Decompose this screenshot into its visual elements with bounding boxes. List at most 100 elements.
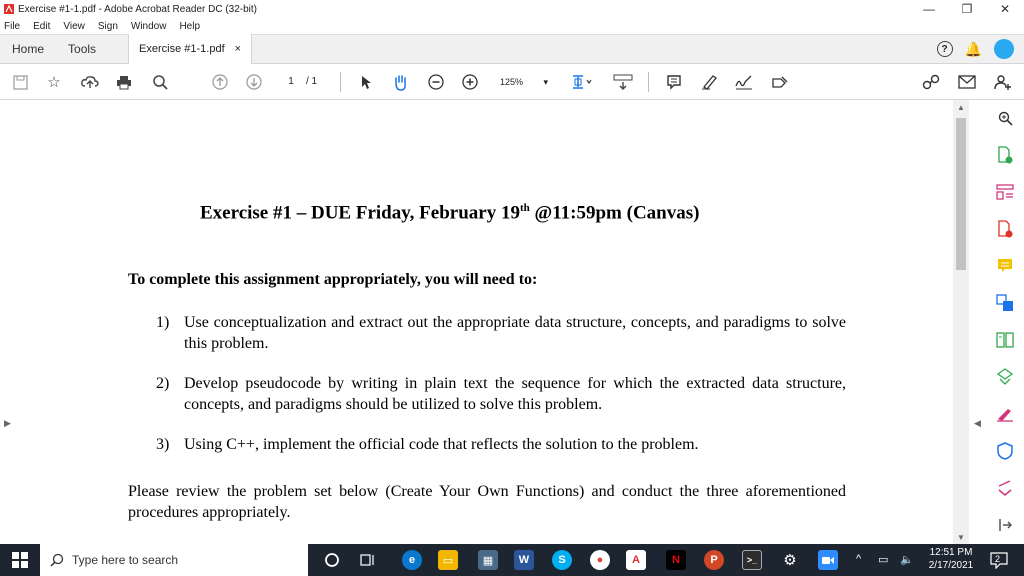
menu-sign[interactable]: Sign (98, 21, 118, 32)
search-placeholder: Type here to search (72, 553, 179, 567)
notification-count: 2 (995, 554, 1001, 564)
powerpoint-icon[interactable]: P (704, 550, 724, 570)
document-title-superscript: th (519, 202, 530, 214)
word-icon[interactable]: W (514, 550, 534, 570)
zoom-tool-icon[interactable] (995, 108, 1015, 128)
tab-tools[interactable]: Tools (56, 42, 108, 56)
document-paragraph: Please review the problem set below (Cre… (128, 483, 846, 521)
scroll-mode-icon[interactable] (612, 72, 634, 92)
acrobat-icon (4, 4, 14, 14)
export-pdf-icon[interactable] (995, 145, 1015, 165)
scroll-down-icon[interactable]: ▼ (953, 530, 969, 544)
close-tab-icon[interactable]: × (235, 43, 241, 55)
file-explorer-icon[interactable]: ▭ (438, 550, 458, 570)
select-cursor-icon[interactable] (356, 72, 376, 92)
window-title: Exercise #1-1.pdf - Adobe Acrobat Reader… (18, 3, 258, 15)
edge-browser-icon[interactable]: e (402, 550, 422, 570)
task-view-icon[interactable] (358, 550, 378, 570)
right-pane-toggle-icon[interactable]: ◀ (974, 418, 981, 429)
pdf-page: Exercise #1 – DUE Friday, February 19th … (20, 100, 952, 544)
fill-and-sign-icon[interactable] (995, 404, 1015, 424)
list-item-text: Using C++, implement the official code t… (184, 436, 699, 453)
document-title-main: Exercise #1 – DUE Friday, February 19 (200, 202, 520, 224)
show-hidden-icons-icon[interactable]: ^ (856, 553, 861, 565)
add-user-icon[interactable] (992, 72, 1014, 92)
volume-icon[interactable]: 🔈 (900, 553, 914, 566)
send-for-review-icon[interactable] (995, 367, 1015, 387)
menu-help[interactable]: Help (179, 21, 200, 32)
vertical-scrollbar[interactable]: ▲ ▼ (953, 100, 969, 544)
minimize-button[interactable]: — (910, 0, 948, 18)
requirements-list: 1) Use conceptualization and extract out… (156, 312, 846, 474)
protect-shield-icon[interactable] (995, 441, 1015, 461)
share-link-icon[interactable] (920, 72, 942, 92)
system-clock[interactable]: 12:51 PM 2/17/2021 (920, 546, 982, 572)
clock-date: 2/17/2021 (928, 560, 974, 571)
toolbar-divider (340, 72, 341, 92)
page-number-input[interactable]: 1 (279, 74, 303, 90)
clock-time: 12:51 PM (929, 547, 973, 558)
acrobat-reader-icon[interactable]: A (626, 550, 646, 570)
create-pdf-icon[interactable] (995, 219, 1015, 239)
organize-pages-icon[interactable] (995, 182, 1015, 202)
menu-edit[interactable]: Edit (33, 21, 50, 32)
save-icon[interactable] (10, 72, 30, 92)
terminal-icon[interactable]: >_ (742, 550, 762, 570)
list-item: 3) Using C++, implement the official cod… (156, 434, 846, 455)
search-icon (50, 553, 64, 567)
windows-start-icon[interactable] (0, 544, 40, 576)
close-button[interactable]: ✕ (986, 0, 1024, 18)
left-pane-toggle-icon[interactable]: ▶ (4, 418, 11, 429)
chrome-icon[interactable]: ● (590, 550, 610, 570)
tab-document[interactable]: Exercise #1-1.pdf × (128, 34, 253, 64)
previous-page-icon[interactable] (210, 72, 230, 92)
tab-home[interactable]: Home (0, 42, 56, 56)
notifications-icon[interactable]: 2 (990, 551, 1008, 570)
menu-file[interactable]: File (4, 21, 20, 32)
menu-bar: File Edit View Sign Window Help (0, 18, 1024, 34)
page-total: / 1 (306, 76, 318, 87)
edit-pdf-icon[interactable] (995, 330, 1015, 350)
list-item: 1) Use conceptualization and extract out… (156, 312, 846, 354)
skype-icon[interactable]: S (552, 550, 572, 570)
tab-bar: Home Tools Exercise #1-1.pdf × ? 🔔 (0, 34, 1024, 64)
network-icon[interactable]: ▭ (878, 553, 888, 566)
scroll-up-icon[interactable]: ▲ (953, 100, 969, 114)
profile-icon[interactable] (994, 39, 1014, 59)
combine-files-icon[interactable] (995, 293, 1015, 313)
zoom-app-icon[interactable] (818, 550, 838, 570)
menu-window[interactable]: Window (131, 21, 167, 32)
maximize-button[interactable]: ❐ (948, 0, 986, 18)
upload-cloud-icon[interactable] (80, 72, 100, 92)
more-tools-icon[interactable] (995, 478, 1015, 498)
help-icon[interactable]: ? (936, 41, 953, 57)
netflix-icon[interactable]: N (666, 550, 686, 570)
print-icon[interactable] (114, 72, 134, 92)
bookmark-star-icon[interactable]: ☆ (44, 72, 64, 92)
comment-tool-icon[interactable] (995, 256, 1015, 276)
calculator-icon[interactable]: ▦ (478, 550, 498, 570)
taskbar: Type here to search (0, 544, 1024, 576)
list-item-text: Use conceptualization and extract out th… (184, 314, 846, 352)
zoom-out-icon[interactable] (426, 72, 446, 92)
fill-sign-icon[interactable] (770, 72, 790, 92)
zoom-dropdown[interactable]: 125% ▾ (496, 74, 552, 90)
collapse-pane-icon[interactable] (995, 515, 1015, 535)
menu-view[interactable]: View (63, 21, 85, 32)
fit-page-icon[interactable] (570, 72, 596, 92)
search-icon[interactable] (150, 72, 170, 92)
settings-gear-icon[interactable]: ⚙ (780, 550, 800, 570)
email-icon[interactable] (956, 72, 978, 92)
cortana-icon[interactable] (322, 550, 342, 570)
scroll-thumb[interactable] (956, 118, 966, 270)
next-page-icon[interactable] (244, 72, 264, 92)
taskbar-search-box[interactable]: Type here to search (40, 544, 308, 576)
bell-icon[interactable]: 🔔 (965, 41, 982, 58)
hand-tool-icon[interactable] (390, 72, 410, 92)
highlight-pen-icon[interactable] (700, 72, 720, 92)
comment-icon[interactable] (664, 72, 684, 92)
chevron-down-icon: ▾ (543, 77, 548, 87)
zoom-in-icon[interactable] (460, 72, 480, 92)
document-tab-label: Exercise #1-1.pdf (139, 43, 225, 55)
draw-signature-icon[interactable] (734, 72, 754, 92)
